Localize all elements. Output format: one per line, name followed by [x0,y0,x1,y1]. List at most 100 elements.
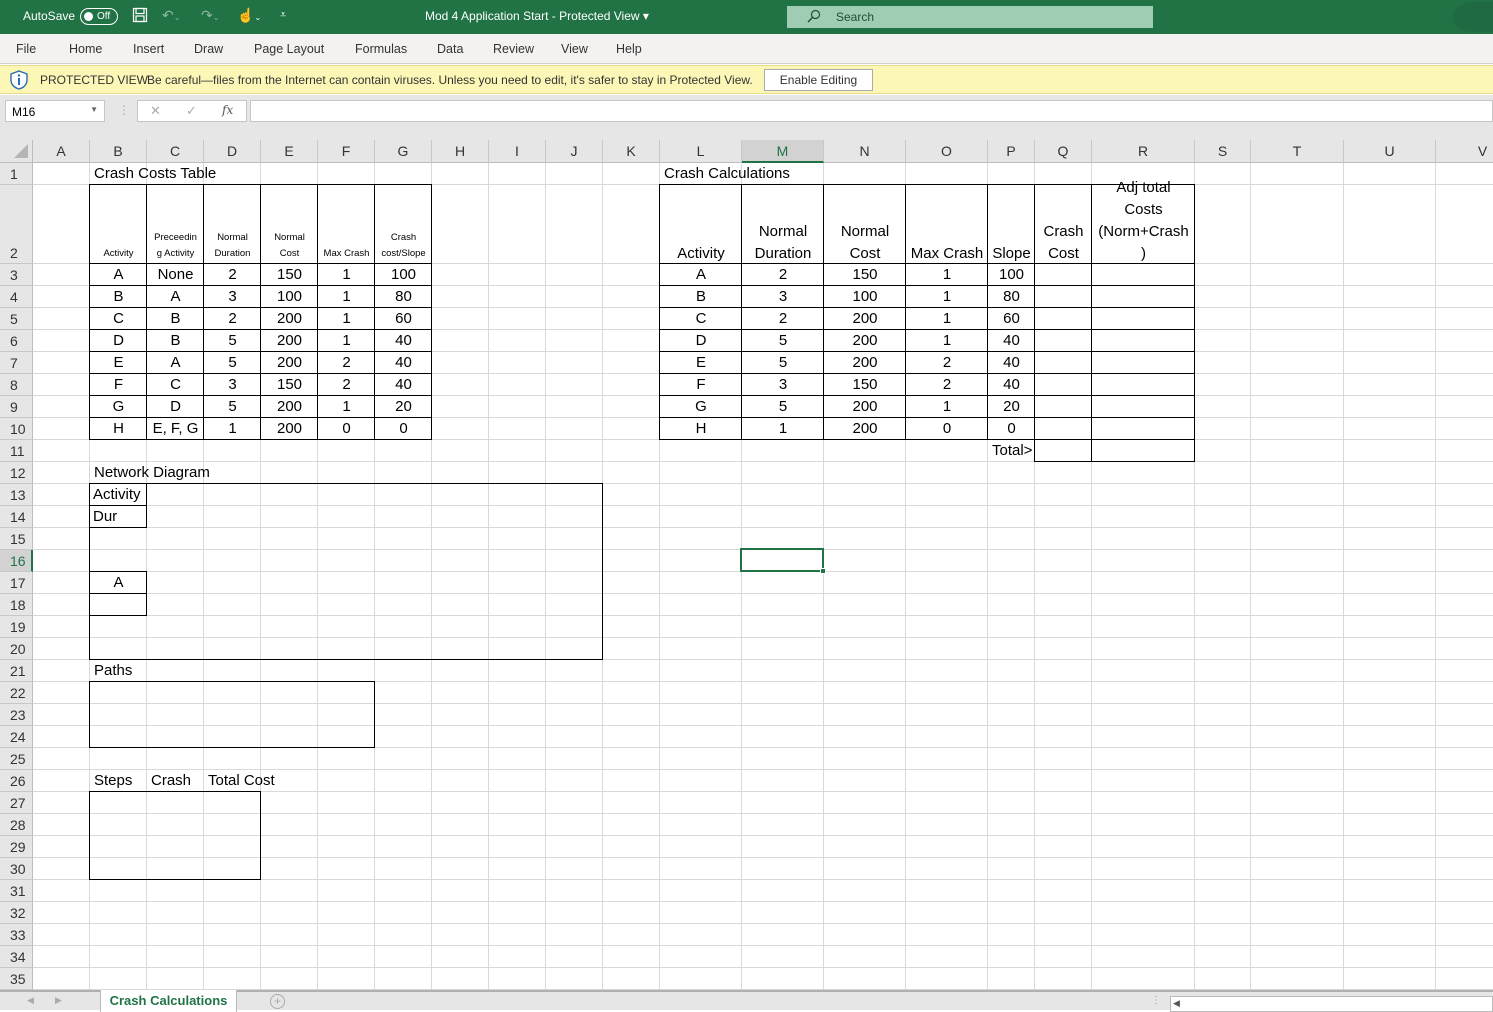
column-header-u[interactable]: U [1344,140,1436,163]
row-header-5[interactable]: 5 [0,308,33,330]
row-header-4[interactable]: 4 [0,286,33,308]
fill-handle[interactable] [820,568,826,574]
row-header-17[interactable]: 17 [0,572,33,594]
crash-calc-input-cell[interactable] [1092,354,1195,374]
crash-calc-input-cell[interactable] [1092,288,1195,308]
scroll-left-icon[interactable]: ◀ [1173,998,1180,1009]
scroll-sheets-left-icon[interactable]: ◀ [27,995,34,1006]
row-header-25[interactable]: 25 [0,748,33,770]
crash-calc-input-cell[interactable] [1035,398,1092,418]
crash-calc-input-cell[interactable] [1092,266,1195,286]
cancel-icon[interactable]: ✕ [150,103,161,119]
row-header-15[interactable]: 15 [0,528,33,550]
chevron-down-icon[interactable]: ▼ [90,105,98,114]
crash-calc-input-cell[interactable] [1092,376,1195,396]
formula-bar-grip-icon[interactable]: ⋮ [118,103,130,117]
row-header-14[interactable]: 14 [0,506,33,528]
document-title[interactable]: Mod 4 Application Start - Protected View… [425,9,649,23]
column-header-k[interactable]: K [603,140,660,163]
column-header-s[interactable]: S [1195,140,1251,163]
paths-area[interactable] [89,681,375,748]
name-box[interactable]: M16 ▼ [5,100,105,122]
tab-data[interactable]: Data [437,42,463,56]
crash-calc-input-cell[interactable] [1035,376,1092,396]
column-header-o[interactable]: O [906,140,988,163]
column-header-e[interactable]: E [261,140,318,163]
sheet-tab-crash-calculations[interactable]: Crash Calculations [100,990,237,1012]
tab-file[interactable]: File [16,42,36,56]
selected-cell[interactable] [740,548,826,574]
tab-review[interactable]: Review [493,42,534,56]
row-header-23[interactable]: 23 [0,704,33,726]
row-header-11[interactable]: 11 [0,440,33,462]
crash-calc-input-cell[interactable] [1092,332,1195,352]
row-header-6[interactable]: 6 [0,330,33,352]
crash-calc-input-cell[interactable] [1035,354,1092,374]
row-header-8[interactable]: 8 [0,374,33,396]
insert-function-icon[interactable]: fx [222,103,233,117]
column-header-d[interactable]: D [204,140,261,163]
row-header-24[interactable]: 24 [0,726,33,748]
tab-draw[interactable]: Draw [194,42,223,56]
column-header-j[interactable]: J [546,140,603,163]
column-header-b[interactable]: B [90,140,147,163]
column-header-g[interactable]: G [375,140,432,163]
tab-split-handle[interactable]: ⋮ [1151,995,1161,1006]
row-header-19[interactable]: 19 [0,616,33,638]
column-header-n[interactable]: N [824,140,906,163]
add-sheet-button[interactable]: + [270,994,285,1009]
tab-view[interactable]: View [561,42,588,56]
column-header-t[interactable]: T [1251,140,1344,163]
autosave-toggle[interactable]: Off [80,8,118,25]
select-all-button[interactable] [0,140,33,163]
crash-calc-input-cell[interactable] [1035,310,1092,330]
tab-page-layout[interactable]: Page Layout [254,42,324,56]
search-box[interactable]: Search [787,6,1153,28]
crash-calc-input-cell[interactable] [1035,332,1092,352]
row-header-7[interactable]: 7 [0,352,33,374]
redo-icon[interactable]: ↷⌄ [201,7,219,24]
row-header-29[interactable]: 29 [0,836,33,858]
row-header-34[interactable]: 34 [0,946,33,968]
row-header-3[interactable]: 3 [0,264,33,286]
customize-toolbar-icon[interactable]: ⩡ [280,9,286,22]
column-header-q[interactable]: Q [1035,140,1092,163]
column-header-c[interactable]: C [147,140,204,163]
row-header-9[interactable]: 9 [0,396,33,418]
column-header-p[interactable]: P [988,140,1035,163]
row-header-27[interactable]: 27 [0,792,33,814]
crash-calc-input-cell[interactable] [1092,420,1195,440]
row-header-13[interactable]: 13 [0,484,33,506]
save-icon[interactable] [132,7,148,26]
tab-insert[interactable]: Insert [133,42,164,56]
column-header-a[interactable]: A [33,140,90,163]
row-header-31[interactable]: 31 [0,880,33,902]
account-avatar[interactable] [1453,2,1493,32]
column-header-v[interactable]: V [1436,140,1493,163]
tab-formulas[interactable]: Formulas [355,42,407,56]
tab-home[interactable]: Home [69,42,102,56]
row-header-28[interactable]: 28 [0,814,33,836]
formula-input[interactable] [250,100,1493,122]
scroll-sheets-right-icon[interactable]: ▶ [55,995,62,1006]
tab-help[interactable]: Help [616,42,642,56]
column-header-i[interactable]: I [489,140,546,163]
crash-calc-input-cell[interactable] [1092,310,1195,330]
spreadsheet-grid[interactable]: A B C D E F G H I J K L M N O P Q R S T U V 1 2 3 4 5 6 7 8 9 10 11 12 13 1… [0,140,1493,990]
row-header-32[interactable]: 32 [0,902,33,924]
crash-calc-input-cell[interactable] [1035,420,1092,440]
row-header-35[interactable]: 35 [0,968,33,990]
row-header-21[interactable]: 21 [0,660,33,682]
crash-calc-input-cell[interactable] [1035,266,1092,286]
row-header-2[interactable]: 2 [0,185,33,264]
row-header-18[interactable]: 18 [0,594,33,616]
row-header-16[interactable]: 16 [0,550,33,572]
row-header-30[interactable]: 30 [0,858,33,880]
node-duration-box[interactable] [89,593,147,616]
column-header-h[interactable]: H [432,140,489,163]
crash-calc-input-cell[interactable] [1092,398,1195,418]
steps-table-area[interactable] [89,791,261,880]
column-header-m[interactable]: M [742,140,824,163]
column-header-l[interactable]: L [660,140,742,163]
column-header-r[interactable]: R [1092,140,1195,163]
